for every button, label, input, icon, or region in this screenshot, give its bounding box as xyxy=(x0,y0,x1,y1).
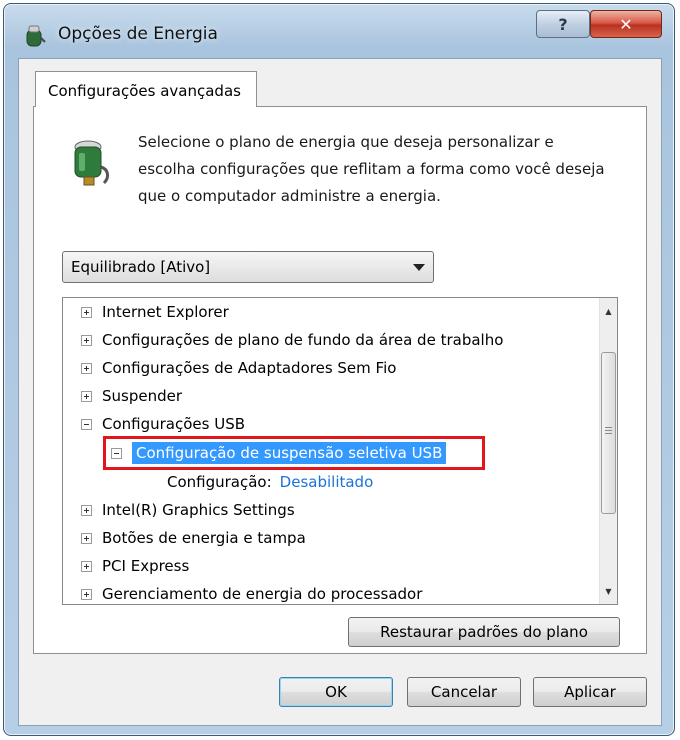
close-button[interactable]: ✕ xyxy=(590,10,662,38)
setting-label: Configuração: xyxy=(167,473,272,491)
restore-defaults-button[interactable]: Restaurar padrões do plano xyxy=(348,617,620,647)
tree-scrollbar[interactable]: ▲ ▼ xyxy=(599,298,617,604)
tree-item-processor-power[interactable]: Gerenciamento de energia do processador xyxy=(81,580,423,604)
tree-item-label: Botões de energia e tampa xyxy=(102,529,306,547)
expand-icon[interactable] xyxy=(81,588,92,600)
plan-select[interactable]: Equilibrado [Ativo] xyxy=(62,251,434,283)
highlight-annotation xyxy=(103,436,485,470)
tree-item-label: Internet Explorer xyxy=(102,303,229,321)
power-options-window: Opções de Energia ? ✕ Configurações avan… xyxy=(3,3,675,736)
expand-icon[interactable] xyxy=(81,560,92,572)
tree-item-intel-graphics[interactable]: Intel(R) Graphics Settings xyxy=(81,496,295,524)
scroll-up-icon[interactable]: ▲ xyxy=(600,302,617,320)
tree-item-label: PCI Express xyxy=(102,557,190,575)
tree-item-label: Suspender xyxy=(102,387,183,405)
dialog-client: Configurações avançadas Selecione o plan… xyxy=(18,58,662,726)
ok-button[interactable]: OK xyxy=(279,677,393,707)
tree-item-sleep[interactable]: Suspender xyxy=(81,382,182,410)
chevron-down-icon[interactable] xyxy=(413,264,425,271)
expand-icon[interactable] xyxy=(81,306,92,318)
tab-advanced-settings[interactable]: Configurações avançadas xyxy=(35,71,257,107)
cancel-button[interactable]: Cancelar xyxy=(407,677,521,707)
settings-tree[interactable]: Internet Explorer Configurações de plano… xyxy=(62,297,618,605)
collapse-icon[interactable] xyxy=(81,418,92,430)
tree-item-internet-explorer[interactable]: Internet Explorer xyxy=(81,298,229,326)
tree-item-pci-express[interactable]: PCI Express xyxy=(81,552,189,580)
expand-icon[interactable] xyxy=(81,532,92,544)
tree-item-label: Configurações USB xyxy=(102,415,246,433)
tree-item-wireless-adapters[interactable]: Configurações de Adaptadores Sem Fio xyxy=(81,354,396,382)
tree-item-desktop-background[interactable]: Configurações de plano de fundo da área … xyxy=(81,326,503,354)
scroll-down-icon[interactable]: ▼ xyxy=(600,582,617,600)
advanced-settings-panel: Selecione o plano de energia que deseja … xyxy=(33,106,647,654)
tree-item-label: Configurações de plano de fundo da área … xyxy=(102,331,504,349)
expand-icon[interactable] xyxy=(81,362,92,374)
expand-icon[interactable] xyxy=(81,504,92,516)
scroll-thumb[interactable] xyxy=(601,352,616,514)
window-title: Opções de Energia xyxy=(58,24,218,44)
setting-value-link[interactable]: Desabilitado xyxy=(280,473,374,491)
tree-item-setting-value[interactable]: Configuração: Desabilitado xyxy=(167,468,373,496)
plan-select-value: Equilibrado [Ativo] xyxy=(71,258,211,276)
tree-item-label: Intel(R) Graphics Settings xyxy=(102,501,295,519)
help-button[interactable]: ? xyxy=(536,10,590,38)
expand-icon[interactable] xyxy=(81,334,92,346)
power-plug-icon xyxy=(26,25,46,47)
title-bar[interactable]: Opções de Energia ? ✕ xyxy=(4,4,674,60)
expand-icon[interactable] xyxy=(81,390,92,402)
power-plan-icon xyxy=(74,140,110,186)
grip-icon xyxy=(605,427,612,435)
tree-item-label: Configurações de Adaptadores Sem Fio xyxy=(102,359,397,377)
intro-text: Selecione o plano de energia que deseja … xyxy=(138,133,605,205)
tree-item-label: Gerenciamento de energia do processador xyxy=(102,585,423,603)
apply-button[interactable]: Aplicar xyxy=(533,677,647,707)
tree-item-power-buttons[interactable]: Botões de energia e tampa xyxy=(81,524,306,552)
tree-item-usb-settings[interactable]: Configurações USB xyxy=(81,410,245,438)
